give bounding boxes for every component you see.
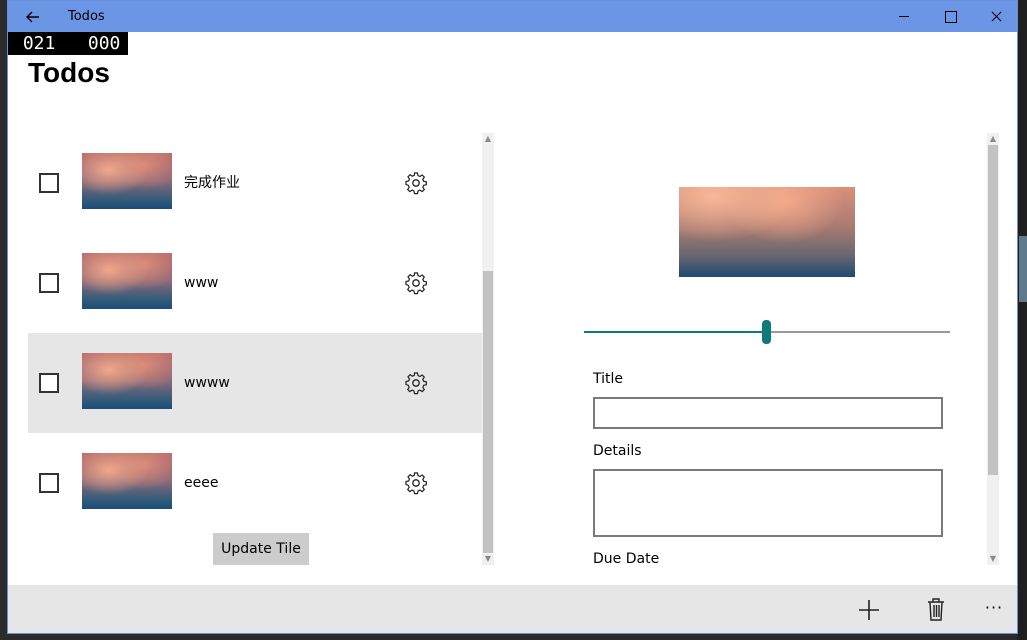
todo-item[interactable]: www — [28, 233, 482, 333]
window-title: Todos — [68, 9, 105, 24]
todo-label: wwww — [184, 375, 230, 391]
gear-icon[interactable] — [404, 471, 428, 495]
app-window: Todos 021 000 Todos 完成作业 www wwww eeee U… — [7, 0, 1018, 634]
todo-checkbox[interactable] — [39, 373, 59, 393]
list-scrollbar[interactable]: ▲ ▼ — [482, 133, 494, 565]
todo-label: eeee — [184, 475, 219, 491]
more-button[interactable]: ··· — [974, 593, 1014, 627]
title-input[interactable] — [593, 397, 943, 429]
todo-label: 完成作业 — [184, 175, 240, 191]
details-label: Details — [593, 443, 642, 459]
title-bar: Todos — [8, 1, 1017, 32]
details-input[interactable] — [593, 469, 943, 537]
back-button[interactable] — [18, 1, 48, 32]
slider-track-filled — [584, 331, 767, 333]
todo-checkbox[interactable] — [39, 273, 59, 293]
page-title: Todos — [28, 57, 110, 88]
desktop-item — [1019, 236, 1027, 302]
todo-item-selected[interactable]: wwww — [28, 333, 482, 433]
todo-thumbnail — [82, 353, 172, 409]
todo-checkbox[interactable] — [39, 173, 59, 193]
slider-track — [767, 331, 950, 333]
add-button[interactable] — [849, 593, 889, 627]
scroll-down-arrow-icon[interactable]: ▼ — [987, 553, 999, 565]
todo-thumbnail — [82, 153, 172, 209]
desktop-background — [1017, 0, 1027, 640]
bottom-app-bar: ··· — [8, 585, 1017, 633]
scroll-up-arrow-icon[interactable]: ▲ — [987, 133, 999, 145]
trash-icon — [928, 598, 944, 621]
detail-image — [679, 187, 855, 277]
todo-thumbnail — [82, 453, 172, 509]
scroll-down-arrow-icon[interactable]: ▼ — [482, 553, 494, 565]
todo-label: www — [184, 275, 219, 291]
scrollbar-thumb[interactable] — [483, 271, 493, 553]
slider-thumb[interactable] — [762, 320, 771, 344]
todo-item[interactable]: eeee — [28, 433, 482, 533]
update-tile-button[interactable]: Update Tile — [213, 533, 309, 565]
todo-item[interactable]: 完成作业 — [28, 133, 482, 233]
maximize-button[interactable] — [927, 1, 973, 32]
todo-thumbnail — [82, 253, 172, 309]
image-size-slider[interactable] — [584, 319, 950, 345]
scroll-up-arrow-icon[interactable]: ▲ — [482, 133, 494, 145]
due-date-label: Due Date — [593, 551, 660, 567]
arrow-left-icon — [26, 11, 39, 23]
delete-button[interactable] — [916, 593, 956, 627]
title-label: Title — [593, 371, 624, 387]
minimize-button[interactable] — [881, 1, 927, 32]
plus-icon — [859, 600, 879, 620]
scrollbar-thumb[interactable] — [988, 145, 998, 475]
todo-list: 完成作业 www wwww eeee — [28, 133, 482, 565]
frame-counter: 021 000 — [8, 32, 128, 55]
gear-icon[interactable] — [404, 271, 428, 295]
gear-icon[interactable] — [404, 371, 428, 395]
gear-icon[interactable] — [404, 171, 428, 195]
todo-checkbox[interactable] — [39, 473, 59, 493]
close-button[interactable] — [973, 1, 1017, 32]
detail-scrollbar[interactable]: ▲ ▼ — [987, 133, 999, 565]
